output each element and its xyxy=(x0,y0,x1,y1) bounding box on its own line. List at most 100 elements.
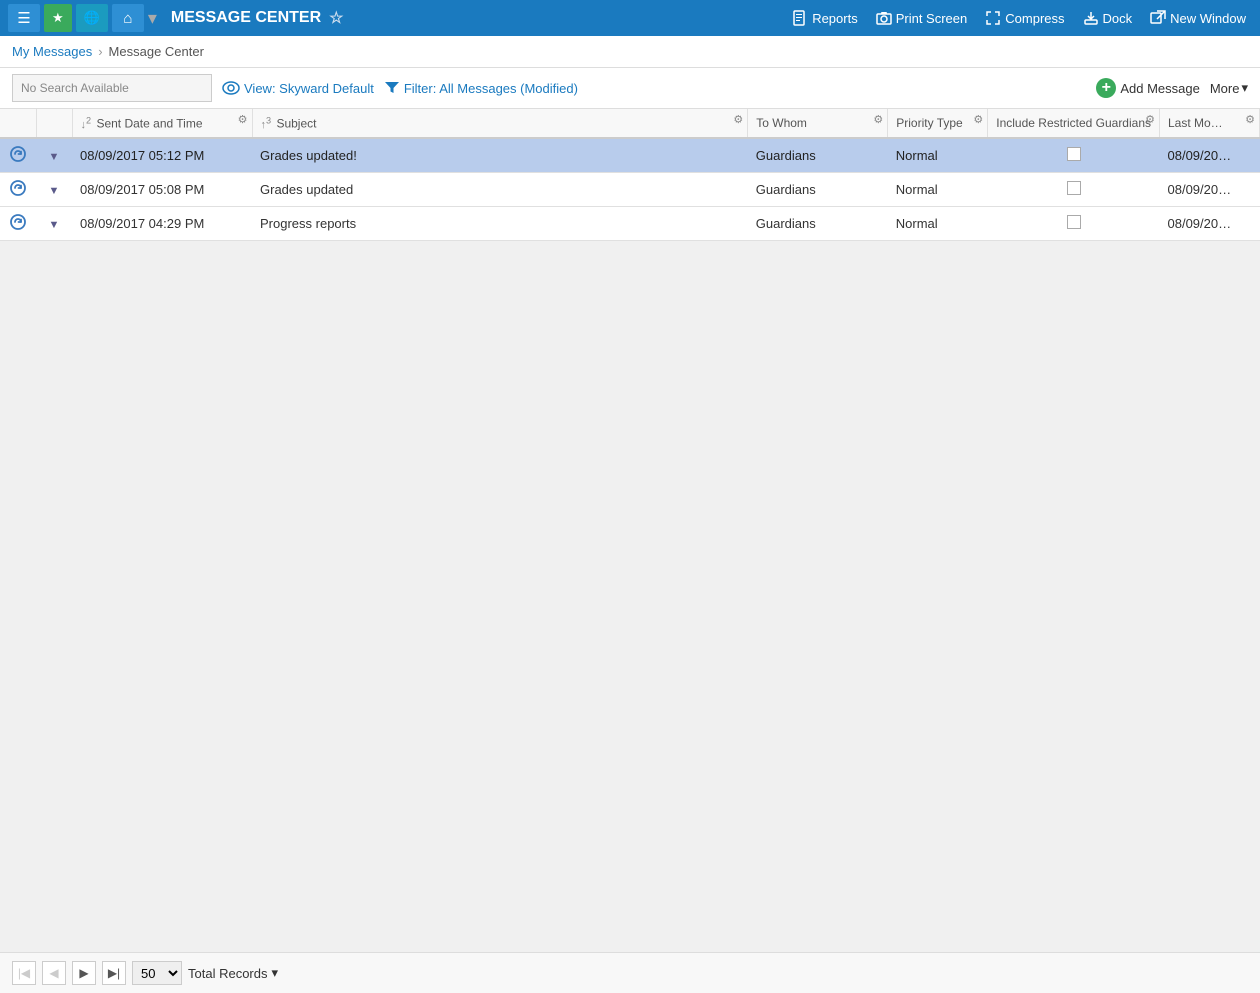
title-text: MESSAGE CENTER xyxy=(171,9,321,27)
row-sent-date: 08/09/2017 04:29 PM xyxy=(72,206,252,240)
resend-icon xyxy=(9,179,27,197)
col-label-to-whom: To Whom xyxy=(756,116,807,130)
sort-indicator-subject: ↑3 xyxy=(261,119,272,131)
row-expand-icon[interactable]: ▼ xyxy=(36,138,72,173)
row-action-icon[interactable] xyxy=(0,172,36,206)
print-screen-button[interactable]: Print Screen xyxy=(870,6,974,30)
nav-right-actions: Reports Print Screen Compress xyxy=(786,6,1252,30)
col-header-priority[interactable]: Priority Type ⚙ xyxy=(888,109,988,138)
home-button[interactable]: ⌂ xyxy=(112,4,144,32)
row-sent-date: 08/09/2017 05:08 PM xyxy=(72,172,252,206)
table-header-row: ↓2 Sent Date and Time ⚙ ↑3 Subject ⚙ To … xyxy=(0,109,1260,138)
new-window-button[interactable]: New Window xyxy=(1144,6,1252,30)
col-label-sent-date: Sent Date and Time xyxy=(96,117,202,131)
breadcrumb: My Messages › Message Center xyxy=(0,36,1260,68)
dock-label: Dock xyxy=(1103,11,1133,26)
last-page-button[interactable]: ▶| xyxy=(102,961,126,985)
dock-button[interactable]: Dock xyxy=(1077,6,1139,30)
col-header-subject[interactable]: ↑3 Subject ⚙ xyxy=(252,109,748,138)
col-header-last-mod[interactable]: Last Mo… ⚙ xyxy=(1160,109,1260,138)
table-row[interactable]: ▼ 08/09/2017 05:08 PM Grades updated Gua… xyxy=(0,172,1260,206)
col-header-to-whom[interactable]: To Whom ⚙ xyxy=(748,109,888,138)
dropdown-arrow-icon: ▼ xyxy=(49,151,60,163)
first-page-button[interactable]: |◀ xyxy=(12,961,36,985)
page-size-select[interactable]: 50 25 100 xyxy=(132,961,182,985)
row-expand-icon[interactable]: ▼ xyxy=(36,172,72,206)
row-include-restricted xyxy=(988,138,1160,173)
filter-label: Filter: All Messages (Modified) xyxy=(404,81,578,96)
filter-selector[interactable]: Filter: All Messages (Modified) xyxy=(384,81,578,96)
view-selector[interactable]: View: Skyward Default xyxy=(222,81,374,96)
top-navigation: ☰ ★ 🌐 ⌂ ▾ MESSAGE CENTER ☆ Reports Print… xyxy=(0,0,1260,36)
row-include-restricted xyxy=(988,172,1160,206)
gear-icon-to-whom[interactable]: ⚙ xyxy=(873,113,883,126)
col-header-action xyxy=(0,109,36,138)
print-screen-label: Print Screen xyxy=(896,11,968,26)
row-sent-date: 08/09/2017 05:12 PM xyxy=(72,138,252,173)
col-header-restricted[interactable]: Include Restricted Guardians ⚙ xyxy=(988,109,1160,138)
compress-icon xyxy=(985,10,1001,26)
resend-icon xyxy=(9,213,27,231)
more-button[interactable]: More ▾ xyxy=(1210,80,1248,96)
reports-icon xyxy=(792,10,808,26)
gear-icon-restricted[interactable]: ⚙ xyxy=(1145,113,1155,126)
next-page-button[interactable]: ▶ xyxy=(72,961,96,985)
total-records[interactable]: Total Records ▾ xyxy=(188,965,278,981)
camera-icon xyxy=(876,10,892,26)
footer: |◀ ◀ ▶ ▶| 50 25 100 Total Records ▾ xyxy=(0,952,1260,993)
compress-button[interactable]: Compress xyxy=(979,6,1070,30)
dock-icon xyxy=(1083,10,1099,26)
menu-button[interactable]: ☰ xyxy=(8,4,40,32)
include-restricted-checkbox[interactable] xyxy=(1067,215,1081,229)
col-label-restricted: Include Restricted Guardians xyxy=(996,116,1151,130)
include-restricted-checkbox[interactable] xyxy=(1067,181,1081,195)
toolbar: No Search Available View: Skyward Defaul… xyxy=(0,68,1260,109)
toolbar-right: + Add Message More ▾ xyxy=(1096,78,1248,98)
row-subject: Grades updated! xyxy=(252,138,748,173)
row-priority-type: Normal xyxy=(888,138,988,173)
message-table: ↓2 Sent Date and Time ⚙ ↑3 Subject ⚙ To … xyxy=(0,109,1260,241)
table-row[interactable]: ▼ 08/09/2017 05:12 PM Grades updated! Gu… xyxy=(0,138,1260,173)
reports-button[interactable]: Reports xyxy=(786,6,864,30)
row-action-icon[interactable] xyxy=(0,206,36,240)
title-star-icon[interactable]: ☆ xyxy=(329,8,343,28)
globe-button[interactable]: 🌐 xyxy=(76,4,108,32)
row-priority-type: Normal xyxy=(888,206,988,240)
add-message-label: Add Message xyxy=(1120,81,1200,96)
breadcrumb-parent[interactable]: My Messages xyxy=(12,44,92,59)
include-restricted-checkbox[interactable] xyxy=(1067,147,1081,161)
gear-icon-priority[interactable]: ⚙ xyxy=(973,113,983,126)
row-subject: Grades updated xyxy=(252,172,748,206)
col-header-sent-date[interactable]: ↓2 Sent Date and Time ⚙ xyxy=(72,109,252,138)
table-row[interactable]: ▼ 08/09/2017 04:29 PM Progress reports G… xyxy=(0,206,1260,240)
view-label: View: Skyward Default xyxy=(244,81,374,96)
row-expand-icon[interactable]: ▼ xyxy=(36,206,72,240)
add-message-button[interactable]: + Add Message xyxy=(1096,78,1200,98)
row-last-mod: 08/09/20… xyxy=(1160,172,1260,206)
prev-page-button[interactable]: ◀ xyxy=(42,961,66,985)
table-body: ▼ 08/09/2017 05:12 PM Grades updated! Gu… xyxy=(0,138,1260,241)
favorites-button[interactable]: ★ xyxy=(44,4,72,32)
new-window-label: New Window xyxy=(1170,11,1246,26)
gear-icon-last-mod[interactable]: ⚙ xyxy=(1245,113,1255,126)
new-window-icon xyxy=(1150,10,1166,26)
compress-label: Compress xyxy=(1005,11,1064,26)
total-records-label: Total Records xyxy=(188,966,267,981)
resend-icon xyxy=(9,145,27,163)
col-header-expand xyxy=(36,109,72,138)
row-to-whom: Guardians xyxy=(748,206,888,240)
row-last-mod: 08/09/20… xyxy=(1160,206,1260,240)
col-label-subject: Subject xyxy=(276,117,316,131)
more-chevron-icon: ▾ xyxy=(1241,80,1248,96)
row-include-restricted xyxy=(988,206,1160,240)
eye-icon xyxy=(222,81,240,95)
no-search-label: No Search Available xyxy=(21,81,129,95)
col-label-priority: Priority Type xyxy=(896,116,962,130)
filter-icon xyxy=(384,81,400,95)
reports-label: Reports xyxy=(812,11,858,26)
sort-indicator-sent-date: ↓2 xyxy=(81,119,92,131)
row-action-icon[interactable] xyxy=(0,138,36,173)
gear-icon-sent-date[interactable]: ⚙ xyxy=(238,113,248,126)
breadcrumb-separator: › xyxy=(98,44,102,59)
gear-icon-subject[interactable]: ⚙ xyxy=(733,113,743,126)
